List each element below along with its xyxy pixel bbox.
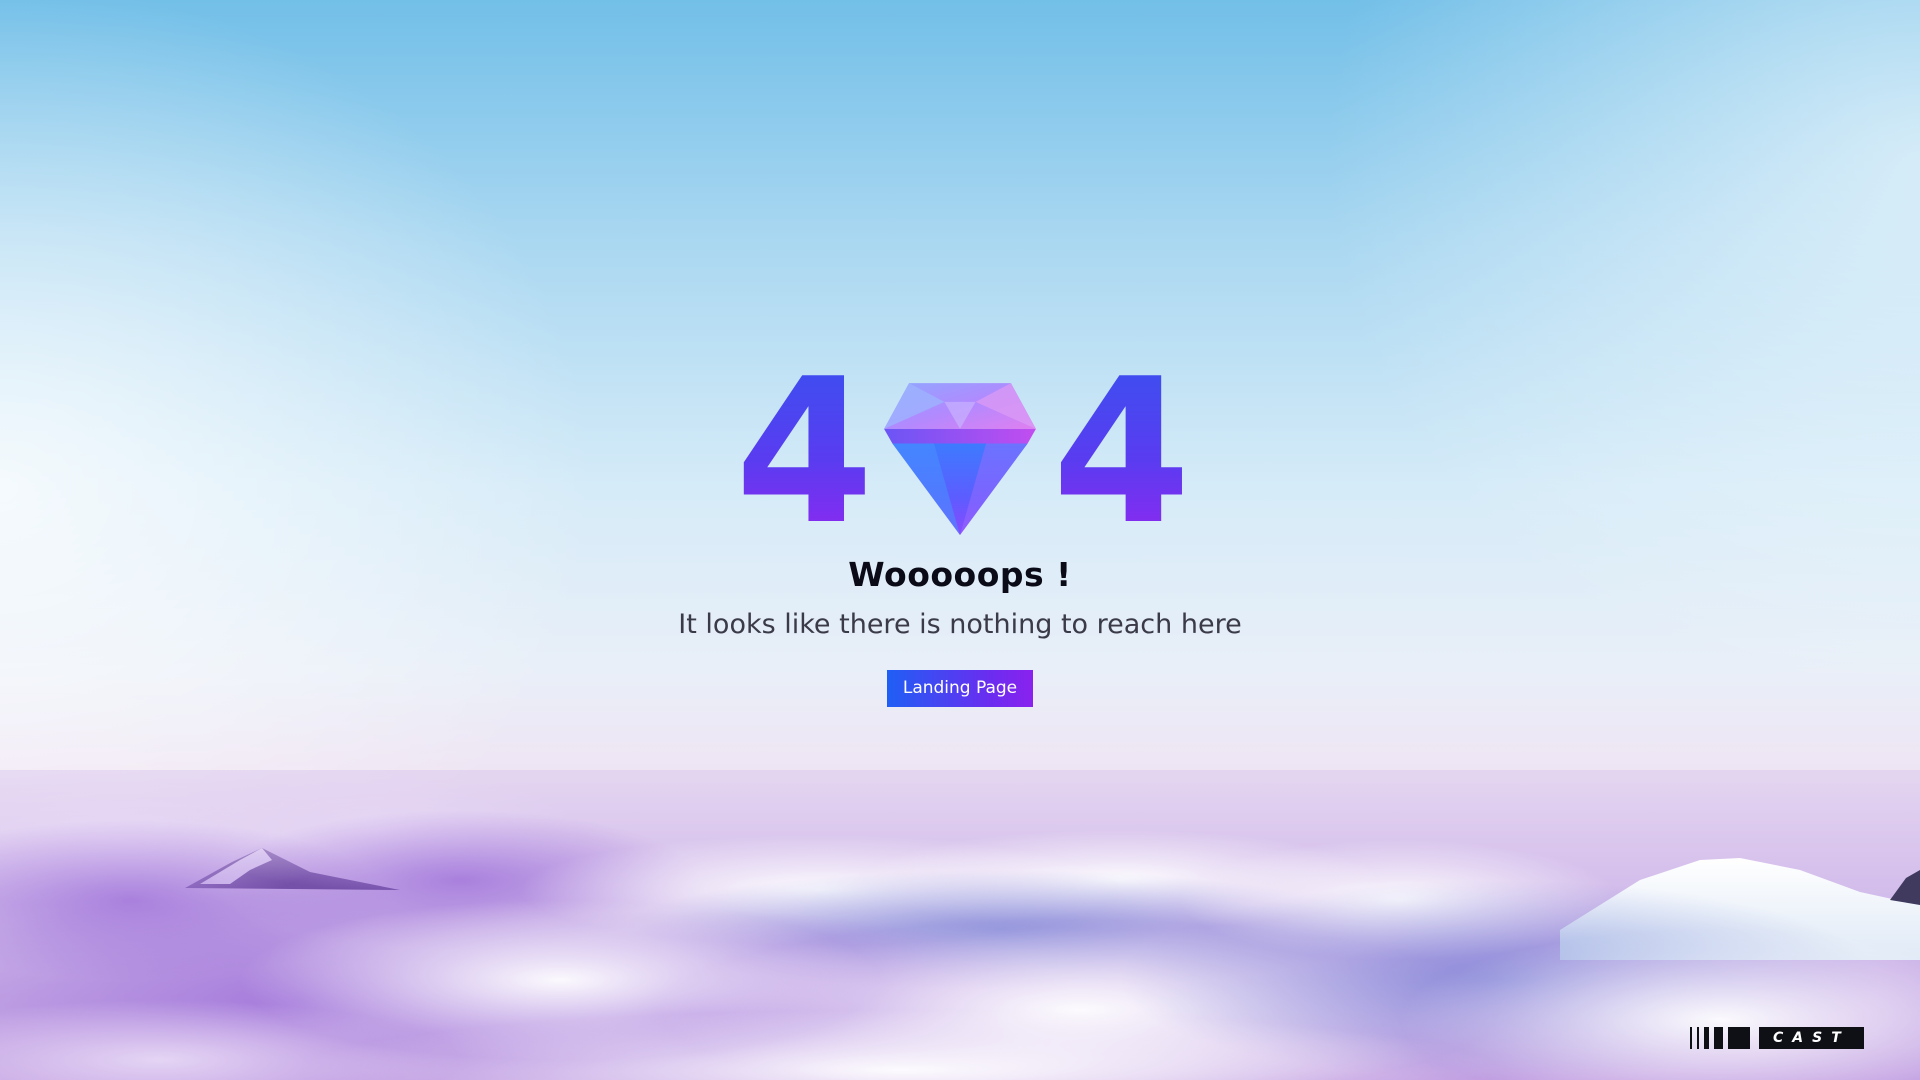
- landing-page-button[interactable]: Landing Page: [886, 670, 1034, 707]
- error-headline: Wooooops !: [848, 555, 1072, 594]
- error-code: 4 4: [734, 336, 1191, 569]
- diamond-icon: [884, 383, 1036, 535]
- error-panel: 4 4 Wooooops ! It looks like there is no…: [0, 336, 1920, 707]
- barcode-bars-icon: [1690, 1026, 1755, 1050]
- error-message: It looks like there is nothing to reach …: [678, 609, 1242, 640]
- error-digit-left: 4: [734, 336, 874, 569]
- brand-name: CAST: [1759, 1027, 1864, 1049]
- brand-logo: CAST: [1690, 1026, 1864, 1050]
- error-digit-right: 4: [1052, 336, 1191, 569]
